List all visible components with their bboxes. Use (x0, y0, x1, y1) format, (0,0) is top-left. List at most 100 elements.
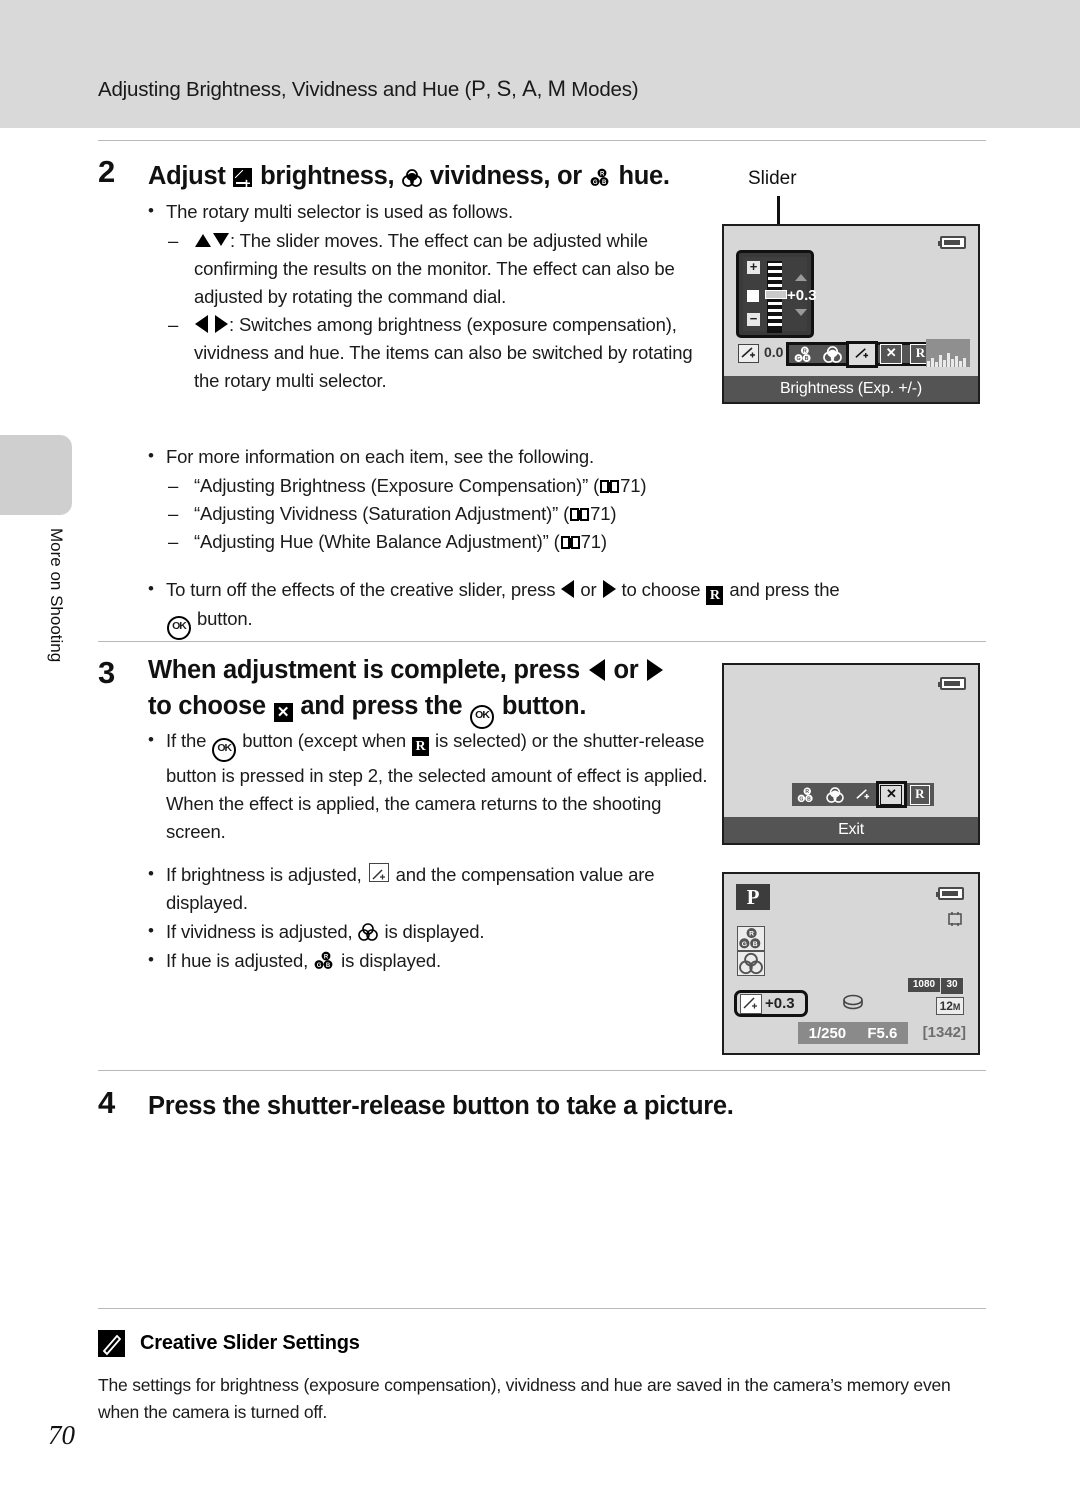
list-item: The rotary multi selector is used as fol… (142, 197, 702, 226)
svg-text:B: B (753, 941, 758, 948)
bullet-text: “Adjusting Vividness (Saturation Adjustm… (194, 503, 570, 524)
battery-icon (938, 236, 966, 249)
focus-mode-icon (842, 992, 864, 1012)
image-size-tag: 12M (936, 997, 964, 1015)
list-item: “Adjusting Vividness (Saturation Adjustm… (142, 500, 842, 528)
divider-step3 (98, 641, 986, 642)
slider-callout-label: Slider (748, 168, 797, 189)
reset-icon[interactable]: R (908, 784, 932, 805)
note-title: Creative Slider Settings (140, 1332, 360, 1354)
bullet-text: and press the (729, 579, 840, 600)
bullet-text: to choose (621, 579, 701, 600)
step-3-heading-d: button. (501, 692, 587, 720)
vividness-icon[interactable] (822, 784, 846, 805)
slider-plus-label: + (747, 260, 760, 274)
slider-inner: + − +0.3 (743, 257, 817, 333)
exposure-compensation-icon (368, 863, 389, 882)
list-item: If brightness is adjusted, and the compe… (142, 860, 712, 917)
histogram (926, 339, 970, 367)
slider-minus-label: − (747, 312, 760, 326)
down-arrow-icon (213, 233, 229, 246)
exit-icon[interactable]: ✕ (876, 781, 907, 808)
svg-text:G: G (317, 963, 322, 969)
hue-icon[interactable]: RGB (794, 784, 818, 805)
movie-size-tag: 1080 (908, 978, 940, 992)
svg-text:R: R (803, 348, 807, 354)
bullet-text: The rotary multi selector is used as fol… (166, 201, 513, 222)
slider-down-arrow-icon[interactable] (795, 309, 807, 316)
exposure-icon[interactable] (851, 784, 875, 805)
bullet-text: button. (197, 608, 253, 629)
shooting-mode-badge: P (736, 884, 770, 910)
page-header-band (0, 0, 1080, 128)
bullet-text: “Adjusting Brightness (Exposure Compensa… (194, 475, 600, 496)
step-3-heading-c: and press the (300, 692, 463, 720)
exit-icon: ✕ (273, 703, 293, 722)
vibration-reduction-icon (946, 910, 964, 928)
mode-letter-p: P (471, 76, 486, 101)
step-3-heading-a: When adjustment is complete, press (148, 656, 580, 684)
bullet-text: or (580, 579, 597, 600)
mode-letter-a: A (522, 76, 537, 101)
book-reference-icon (560, 530, 580, 549)
divider-top (98, 140, 986, 141)
shots-remaining: [1342] (922, 1024, 966, 1041)
svg-text:G: G (592, 180, 597, 186)
page-title-suffix: Modes) (565, 78, 639, 101)
bullet-text: If the (166, 730, 207, 751)
screen-caption: Brightness (Exp. +/-) (724, 376, 978, 402)
svg-text:B: B (805, 356, 809, 362)
right-arrow-icon (647, 659, 664, 681)
slider-exposure-marker (747, 290, 759, 302)
svg-text:G: G (800, 796, 804, 802)
slider-handle[interactable] (765, 290, 787, 299)
bullet-text: For more information on each item, see t… (166, 446, 595, 467)
step-4-number: 4 (98, 1085, 116, 1120)
slider-tick (768, 302, 782, 305)
list-item: “Adjusting Hue (White Balance Adjustment… (142, 528, 842, 556)
creative-slider-icon-bar[interactable]: RGB ✕ R (786, 340, 938, 368)
exposure-icon[interactable] (846, 340, 878, 368)
slider-tick (768, 270, 782, 273)
ok-button-icon: OK (212, 738, 237, 762)
slider-tick (768, 309, 782, 312)
step-3-heading: When adjustment is complete, press or to… (148, 652, 708, 729)
reset-icon: R (412, 737, 430, 756)
page-number: 70 (48, 1420, 75, 1450)
vividness-icon[interactable] (820, 344, 845, 365)
bullet-text: To turn off the effects of the creative … (166, 579, 556, 600)
creative-slider-icon-bar[interactable]: RGB ✕ R (792, 781, 934, 808)
bullet-text: : The slider moves. The effect can be ad… (194, 230, 675, 307)
step-2-heading-c: vividness, or (429, 162, 582, 190)
movie-fps-tag: 30 (940, 977, 964, 995)
step-2-bullets: The rotary multi selector is used as fol… (142, 197, 702, 395)
svg-text:G: G (742, 941, 747, 948)
hue-icon: RGB (314, 950, 335, 969)
section-tab-label: More on Shooting (47, 528, 66, 663)
svg-text:G: G (797, 356, 801, 362)
vividness-adjusted-icon (737, 951, 765, 976)
image-size-unit: M (952, 1002, 961, 1012)
list-item: “Adjusting Brightness (Exposure Compensa… (142, 472, 842, 500)
vividness-icon (358, 921, 379, 941)
slider-up-arrow-icon[interactable] (795, 274, 807, 281)
svg-text:B: B (807, 796, 811, 802)
step-2-heading: Adjust brightness, vividness, or RGB hue… (148, 158, 670, 201)
mode-letter-m: M (547, 76, 566, 101)
exit-icon[interactable]: ✕ (879, 344, 904, 365)
list-item: If hue is adjusted, RGB is displayed. (142, 946, 712, 975)
section-tab (0, 435, 72, 515)
divider-step4 (98, 1070, 986, 1071)
hue-icon[interactable]: RGB (791, 344, 816, 365)
divider-note (98, 1308, 986, 1309)
list-item: If vividness is adjusted, is displayed. (142, 917, 712, 946)
creative-slider-widget[interactable]: + − +0.3 (736, 250, 817, 338)
page-title-prefix: Adjusting Brightness, Vividness and Hue … (98, 78, 472, 101)
step-2-reference-list: For more information on each item, see t… (142, 442, 842, 556)
exposure-compensation-icon (233, 165, 253, 201)
page-ref: 71 (590, 503, 611, 524)
step-2-heading-b: brightness, (260, 162, 395, 190)
list-item: : The slider moves. The effect can be ad… (142, 227, 702, 311)
reset-icon: R (706, 586, 724, 605)
battery-icon (936, 887, 964, 900)
